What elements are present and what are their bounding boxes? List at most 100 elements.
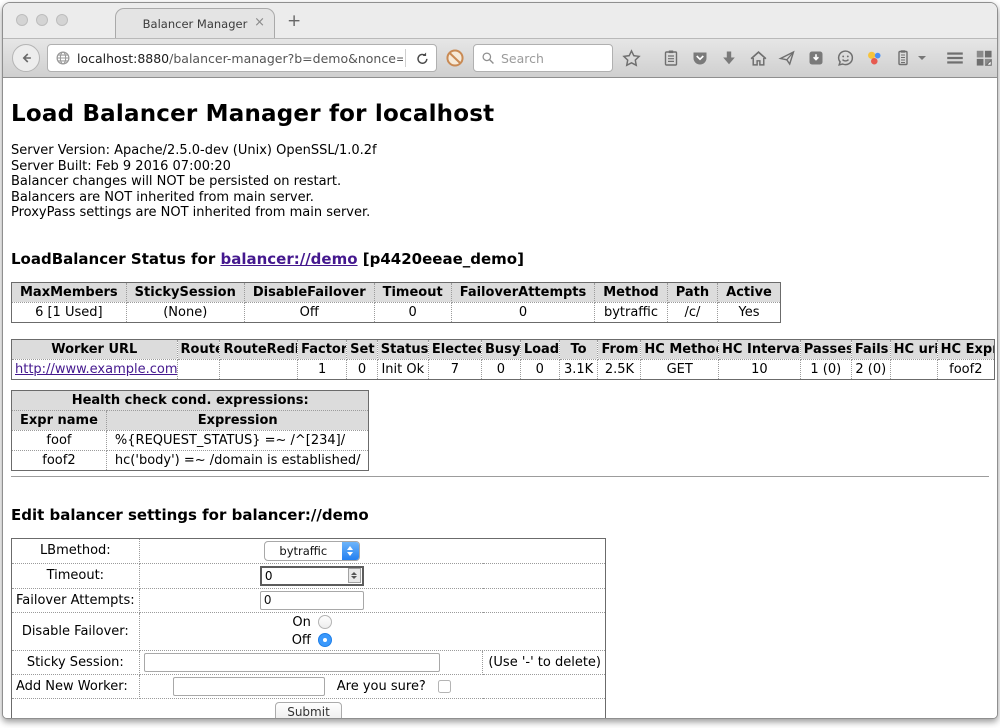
col-hc-expr: HC Expr — [937, 339, 994, 359]
col-path: Path — [667, 282, 717, 302]
url-bar[interactable]: localhost:8880/balancer-manager?b=demo&n… — [47, 44, 437, 72]
health-table-title: Health check cond. expressions: — [12, 390, 369, 410]
new-tab-button[interactable]: + — [287, 11, 301, 31]
col-routeredir: RouteRedir — [220, 339, 298, 359]
cell-worker-url: http://www.example.com/ — [12, 359, 178, 379]
tab-balancer-manager[interactable]: Balancer Manager × — [115, 8, 275, 38]
extensions-button[interactable] — [863, 46, 885, 70]
failover-attempts-input[interactable] — [260, 591, 364, 610]
cell-route — [177, 359, 220, 379]
col-set: Set — [347, 339, 378, 359]
tab-bar: Balancer Manager × + — [3, 3, 997, 38]
save-to-device-button[interactable] — [805, 46, 827, 70]
health-check-table: Health check cond. expressions: Expr nam… — [11, 390, 369, 471]
cell-expr-name: foof2 — [12, 450, 107, 470]
failover-label: Failover Attempts: — [12, 588, 140, 612]
cell-passes: 1 (0) — [800, 359, 851, 379]
col-maxmembers: MaxMembers — [12, 282, 127, 302]
col-route: Route — [177, 339, 220, 359]
col-expr-name: Expr name — [12, 410, 107, 430]
status-heading-suffix: [p4420eeae_demo] — [358, 250, 524, 268]
timeout-cell: 0 — [139, 563, 605, 588]
col-fails: Fails — [851, 339, 890, 359]
submit-button[interactable]: Submit — [275, 702, 342, 719]
cell-fails: 2 (0) — [851, 359, 890, 379]
cell-disablefailover: Off — [244, 302, 374, 322]
share-button[interactable] — [776, 46, 798, 70]
clipboard-button[interactable] — [892, 46, 914, 70]
back-button[interactable] — [12, 44, 40, 72]
sticky-session-input[interactable] — [144, 653, 440, 672]
cell-factor: 1 — [298, 359, 347, 379]
cell-timeout: 0 — [374, 302, 451, 322]
disable-failover-on-radio[interactable] — [318, 615, 332, 629]
lbmethod-cell: bytraffic — [139, 538, 605, 563]
notice-balancers: Balancers are NOT inherited from main se… — [11, 190, 989, 206]
table-header-row: Expr name Expression — [12, 410, 369, 430]
lbmethod-select[interactable]: bytraffic — [264, 541, 360, 561]
disable-failover-off-radio[interactable] — [318, 633, 332, 647]
block-button[interactable] — [444, 46, 466, 70]
balancer-status-table: MaxMembers StickySession DisableFailover… — [11, 282, 781, 323]
worker-url-link[interactable]: http://www.example.com/ — [15, 362, 177, 377]
downloads-button[interactable] — [718, 46, 740, 70]
clipboard-dropdown-icon[interactable] — [918, 56, 926, 60]
col-load: Load — [520, 339, 559, 359]
form-row-sticky: Sticky Session: (Use '-' to delete) — [12, 650, 606, 674]
feedback-button[interactable] — [834, 46, 856, 70]
globe-icon — [55, 50, 71, 66]
cell-set: 0 — [347, 359, 378, 379]
form-row-add-worker: Add New Worker: Are you sure? — [12, 674, 606, 698]
page-title: Load Balancer Manager for localhost — [11, 101, 989, 127]
menu-button[interactable] — [944, 46, 966, 70]
col-status: Status — [377, 339, 428, 359]
divider — [11, 476, 989, 477]
navigation-toolbar: localhost:8880/balancer-manager?b=demo&n… — [3, 38, 997, 78]
reload-button[interactable] — [408, 45, 436, 71]
cell-hc-method: GET — [641, 359, 719, 379]
worker-table: Worker URL Route RouteRedir Factor Set S… — [11, 339, 995, 380]
search-placeholder: Search — [501, 51, 544, 66]
col-failoverattempts: FailoverAttempts — [451, 282, 595, 302]
table-title-row: Health check cond. expressions: — [12, 390, 369, 410]
col-expression: Expression — [106, 410, 369, 430]
timeout-label: Timeout: — [12, 563, 140, 588]
close-window-icon[interactable] — [16, 14, 28, 26]
disable-failover-label: Disable Failover: — [12, 612, 140, 650]
status-heading-prefix: LoadBalancer Status for — [11, 250, 220, 268]
col-hc-method: HC Method — [641, 339, 719, 359]
url-text[interactable]: localhost:8880/balancer-manager?b=demo&n… — [77, 51, 403, 66]
number-spinner-icon[interactable] — [348, 568, 361, 583]
tab-close-icon[interactable]: × — [254, 15, 265, 31]
bookmarks-menu-button[interactable] — [660, 46, 682, 70]
cell-stickysession: (None) — [126, 302, 244, 322]
server-info: Server Version: Apache/2.5.0-dev (Unix) … — [11, 143, 989, 221]
add-worker-label: Add New Worker: — [12, 674, 140, 698]
add-worker-input[interactable] — [173, 677, 325, 696]
sticky-session-label: Sticky Session: — [12, 650, 140, 674]
table-row: foof2 hc('body') =~ /domain is establish… — [12, 450, 369, 470]
tab-mosaic-button[interactable] — [973, 46, 995, 70]
search-bar[interactable]: Search — [473, 44, 613, 72]
col-active: Active — [718, 282, 781, 302]
select-stepper-icon — [342, 542, 359, 560]
cell-status: Init Ok — [377, 359, 428, 379]
window-controls[interactable] — [16, 14, 68, 26]
url-path: /balancer-manager?b=demo&nonce=decc37be-… — [169, 51, 403, 66]
bookmark-star-button[interactable] — [620, 46, 642, 70]
home-icon — [749, 49, 768, 68]
balancer-demo-link[interactable]: balancer://demo — [220, 250, 357, 268]
home-button[interactable] — [747, 46, 769, 70]
form-row-disable-failover: Disable Failover: On Off — [12, 612, 606, 650]
timeout-input[interactable]: 0 — [260, 566, 364, 586]
are-you-sure-checkbox[interactable] — [438, 680, 451, 693]
zoom-window-icon[interactable] — [56, 14, 68, 26]
edit-balancer-form: LBmethod: bytraffic Timeout: 0 — [11, 538, 606, 719]
minimize-window-icon[interactable] — [36, 14, 48, 26]
sticky-cell — [139, 650, 482, 674]
block-icon — [445, 48, 465, 68]
cell-active: Yes — [718, 302, 781, 322]
pocket-button[interactable] — [689, 46, 711, 70]
cell-hc-uri — [890, 359, 937, 379]
pocket-icon — [691, 49, 709, 67]
